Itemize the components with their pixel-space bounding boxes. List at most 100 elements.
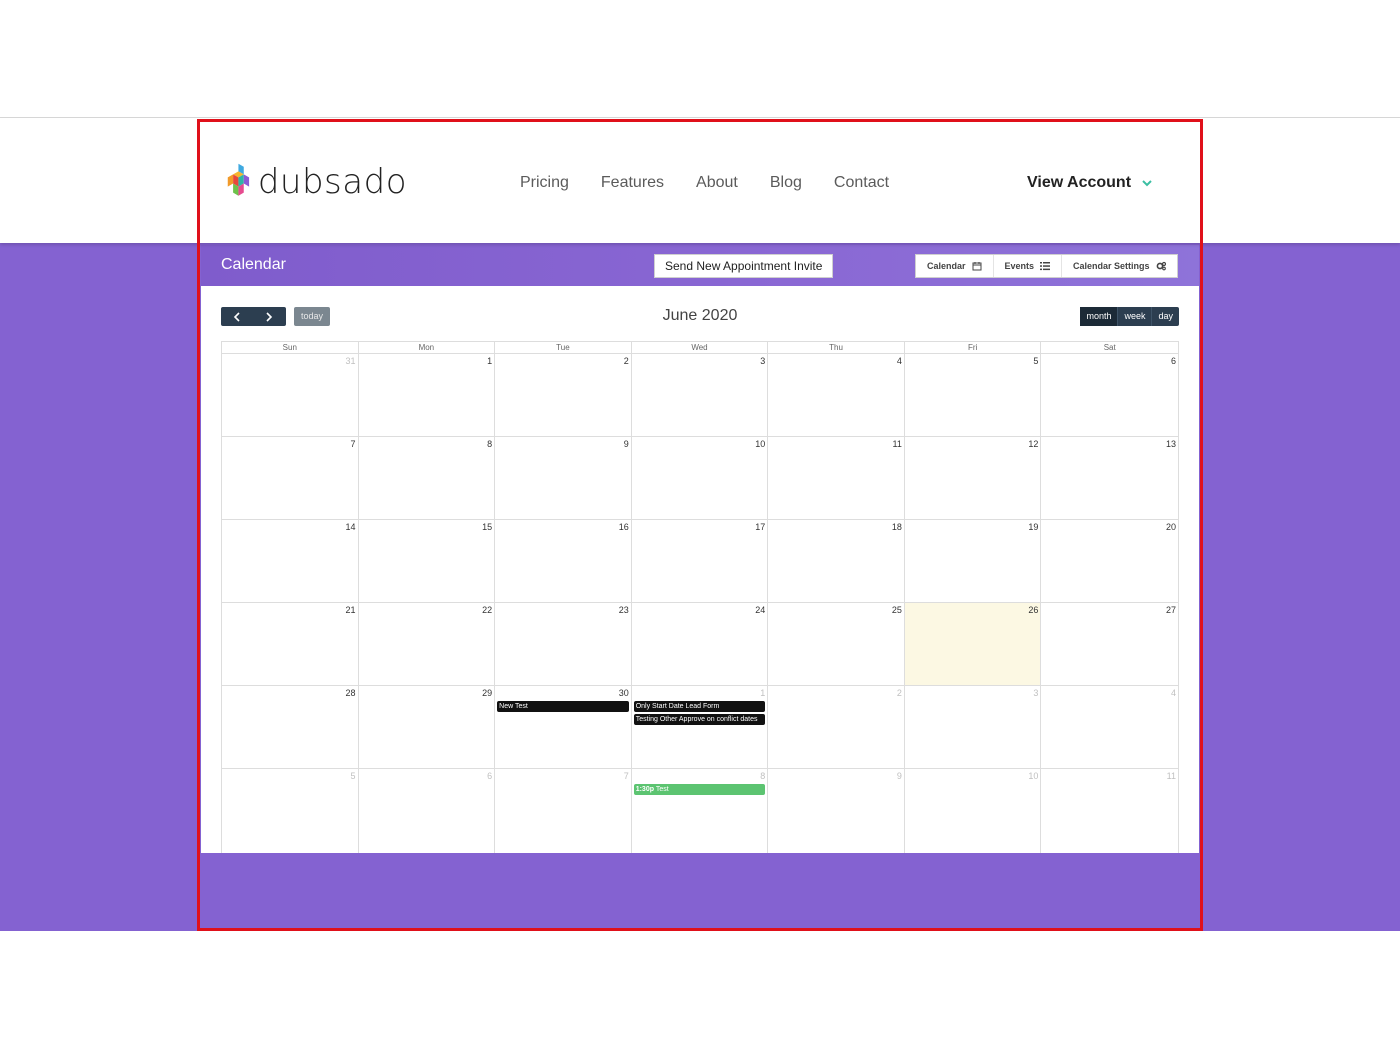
day-number[interactable]: 18	[892, 522, 902, 532]
day-cell[interactable]: 6	[1041, 354, 1178, 436]
day-cell[interactable]: 7	[495, 769, 632, 853]
nav-pricing[interactable]: Pricing	[504, 170, 585, 196]
brand-logo[interactable]: dubsado	[227, 157, 407, 207]
tab-calendar-settings[interactable]: Calendar Settings	[1062, 255, 1177, 277]
day-cell[interactable]: 24	[632, 603, 769, 685]
day-number[interactable]: 8	[487, 439, 492, 449]
day-number[interactable]: 21	[346, 605, 356, 615]
next-month-button[interactable]	[253, 307, 285, 326]
day-cell[interactable]: 27	[1041, 603, 1178, 685]
day-number[interactable]: 17	[755, 522, 765, 532]
day-cell[interactable]: 2	[768, 686, 905, 768]
day-cell[interactable]: 21	[222, 603, 359, 685]
calendar-event[interactable]: Testing Other Approve on conflict dates	[633, 714, 766, 725]
day-cell[interactable]: 6	[359, 769, 496, 853]
nav-features[interactable]: Features	[585, 170, 680, 196]
day-cell[interactable]: 22	[359, 603, 496, 685]
day-cell[interactable]: 12	[905, 437, 1042, 519]
day-number[interactable]: 20	[1166, 522, 1176, 532]
send-appointment-invite-button[interactable]: Send New Appointment Invite	[654, 254, 834, 278]
view-week-button[interactable]: week	[1118, 307, 1153, 326]
day-number[interactable]: 2	[624, 356, 629, 366]
day-number[interactable]: 9	[624, 439, 629, 449]
day-cell[interactable]: 17	[632, 520, 769, 602]
day-cell[interactable]: 9	[495, 437, 632, 519]
day-number[interactable]: 6	[1171, 356, 1176, 366]
day-number[interactable]: 30	[619, 688, 629, 698]
day-number[interactable]: 14	[346, 522, 356, 532]
day-number[interactable]: 8	[760, 771, 765, 781]
day-cell-today[interactable]: 26	[904, 603, 1042, 685]
day-cell[interactable]: 10	[632, 437, 769, 519]
day-number[interactable]: 10	[755, 439, 765, 449]
day-number[interactable]: 24	[755, 605, 765, 615]
day-cell[interactable]: 13	[1041, 437, 1178, 519]
day-cell[interactable]: 3	[905, 686, 1042, 768]
day-number[interactable]: 26	[1028, 605, 1038, 615]
day-number[interactable]: 16	[619, 522, 629, 532]
day-cell[interactable]: 29	[359, 686, 496, 768]
day-cell[interactable]: 8	[359, 437, 496, 519]
day-cell[interactable]: 31	[222, 354, 359, 436]
day-cell[interactable]: 4	[768, 354, 905, 436]
calendar-event[interactable]: 1:30p Test	[633, 784, 766, 795]
day-cell[interactable]: 18	[768, 520, 905, 602]
day-number[interactable]: 7	[351, 439, 356, 449]
day-cell[interactable]: 1	[359, 354, 496, 436]
day-number[interactable]: 9	[897, 771, 902, 781]
day-cell[interactable]: 23	[495, 603, 632, 685]
day-number[interactable]: 4	[1171, 688, 1176, 698]
day-cell[interactable]: 14	[222, 520, 359, 602]
day-cell[interactable]: 8 1:30p Test	[632, 769, 769, 853]
day-number[interactable]: 23	[619, 605, 629, 615]
view-account-menu[interactable]: View Account	[1027, 170, 1153, 196]
day-cell[interactable]: 16	[495, 520, 632, 602]
day-cell[interactable]: 7	[222, 437, 359, 519]
day-number[interactable]: 19	[1028, 522, 1038, 532]
day-number[interactable]: 3	[760, 356, 765, 366]
day-number[interactable]: 27	[1166, 605, 1176, 615]
day-number[interactable]: 7	[624, 771, 629, 781]
day-number[interactable]: 25	[892, 605, 902, 615]
day-number[interactable]: 6	[487, 771, 492, 781]
prev-month-button[interactable]	[221, 307, 253, 326]
day-cell[interactable]: 1 Only Start Date Lead Form Testing Other …	[632, 686, 769, 768]
day-number[interactable]: 11	[1167, 771, 1176, 781]
view-day-button[interactable]: day	[1152, 307, 1179, 326]
day-cell[interactable]: 9	[768, 769, 905, 853]
day-number[interactable]: 29	[482, 688, 492, 698]
day-number[interactable]: 1	[487, 356, 492, 366]
view-month-button[interactable]: month	[1080, 307, 1119, 326]
day-number[interactable]: 28	[346, 688, 356, 698]
day-cell[interactable]: 4	[1041, 686, 1178, 768]
day-cell[interactable]: 30 New Test	[495, 686, 632, 768]
day-cell[interactable]: 5	[222, 769, 359, 853]
day-cell[interactable]: 11	[768, 437, 905, 519]
day-number[interactable]: 2	[897, 688, 902, 698]
day-cell[interactable]: 3	[632, 354, 769, 436]
day-number[interactable]: 5	[351, 771, 356, 781]
day-cell[interactable]: 11	[1041, 769, 1178, 853]
day-number[interactable]: 22	[482, 605, 492, 615]
day-number[interactable]: 13	[1166, 439, 1176, 449]
day-cell[interactable]: 25	[768, 603, 905, 685]
day-number[interactable]: 31	[346, 356, 356, 366]
day-number[interactable]: 4	[897, 356, 902, 366]
day-number[interactable]: 1	[760, 688, 765, 698]
day-number[interactable]: 15	[482, 522, 492, 532]
day-cell[interactable]: 15	[359, 520, 496, 602]
nav-blog[interactable]: Blog	[754, 170, 818, 196]
day-cell[interactable]: 2	[495, 354, 632, 436]
calendar-event[interactable]: Only Start Date Lead Form	[633, 701, 766, 712]
day-cell[interactable]: 19	[905, 520, 1042, 602]
day-number[interactable]: 12	[1028, 439, 1038, 449]
day-cell[interactable]: 10	[905, 769, 1042, 853]
day-number[interactable]: 5	[1033, 356, 1038, 366]
calendar-event[interactable]: New Test	[497, 701, 629, 712]
day-number[interactable]: 3	[1033, 688, 1038, 698]
tab-calendar[interactable]: Calendar	[916, 255, 994, 277]
day-cell[interactable]: 5	[905, 354, 1042, 436]
today-button[interactable]: today	[294, 307, 330, 326]
tab-events[interactable]: Events	[994, 255, 1063, 277]
nav-about[interactable]: About	[680, 170, 754, 196]
